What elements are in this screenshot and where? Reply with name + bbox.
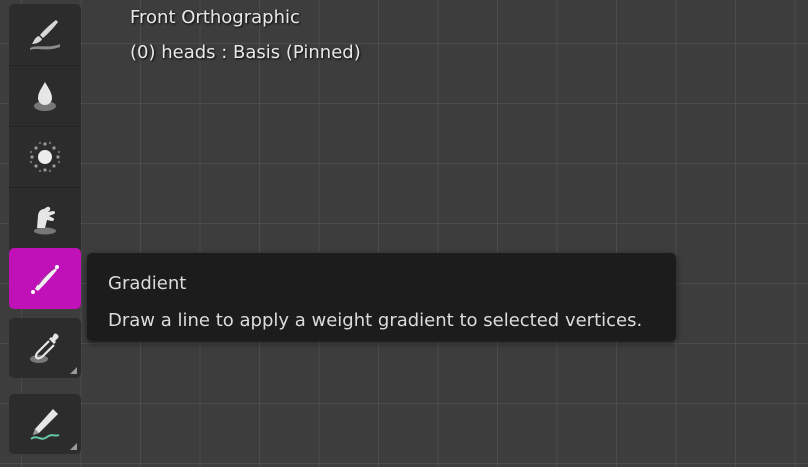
gradient-icon [31,264,59,294]
droplet-icon [34,81,56,111]
tool-gradient-button[interactable] [9,248,81,309]
sample-tools-group [9,318,81,378]
view-name-label: Front Orthographic [130,7,300,28]
more-tools-indicator [70,367,77,374]
tooltip-title: Gradient [108,273,187,294]
tool-tooltip: Gradient Draw a line to apply a weight g… [87,253,676,341]
tool-average-button[interactable] [9,126,81,186]
average-icon [29,141,61,172]
annotate-tools-group [9,394,81,454]
tool-draw-button[interactable] [9,4,81,64]
eyedropper-icon [30,333,59,363]
3d-viewport[interactable]: Front Orthographic (0) heads : Basis (Pi… [0,0,808,467]
paint-tools-group [9,4,81,309]
tool-sample-weight-button[interactable] [9,318,81,378]
object-info-label: (0) heads : Basis (Pinned) [130,42,361,63]
tool-annotate-button[interactable] [9,394,81,454]
annotate-pencil-icon [30,409,60,440]
brush-icon [30,20,60,50]
more-tools-indicator [70,443,77,450]
tooltip-description: Draw a line to apply a weight gradient t… [108,310,643,331]
smear-icon [34,206,56,234]
tool-smear-button[interactable] [9,187,81,247]
tool-blur-button[interactable] [9,65,81,125]
